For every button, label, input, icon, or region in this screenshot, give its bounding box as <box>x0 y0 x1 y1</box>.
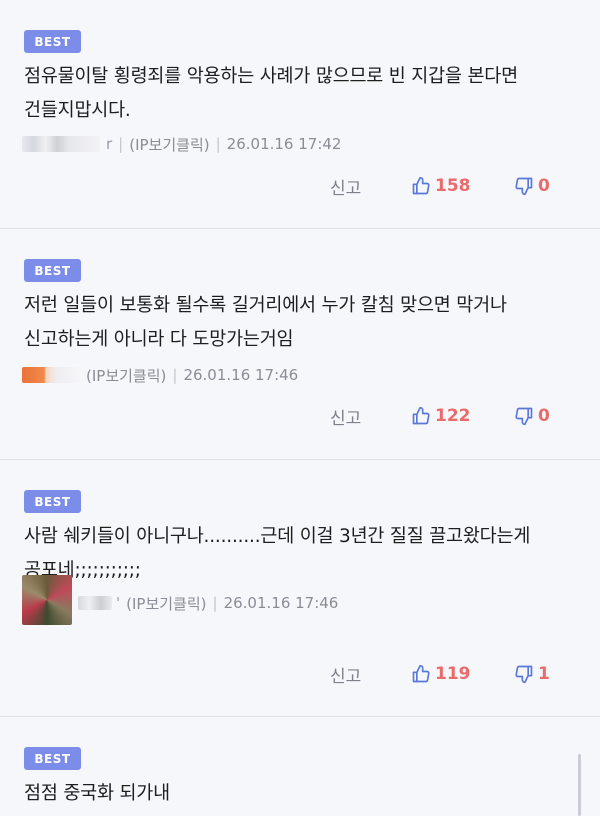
comment-item: BEST 점유물이탈 횡령죄를 악용하는 사례가 많으므로 빈 지갑을 본다면 … <box>0 0 600 229</box>
comment-actions: 신고 158 0 <box>0 166 600 206</box>
thumbs-up-icon <box>412 406 430 425</box>
best-badge: BEST <box>24 259 81 282</box>
nickname[interactable]: r <box>106 135 112 153</box>
comment-meta: r | (IP보기클릭) | 26.01.16 17:42 <box>22 130 341 158</box>
thumbs-down-icon <box>515 407 533 426</box>
comment-actions: 신고 122 0 <box>0 396 600 436</box>
thumbs-down-icon <box>515 665 533 684</box>
dislike-button[interactable]: 0 <box>514 166 550 206</box>
avatar[interactable] <box>22 575 72 625</box>
comment-item: BEST 저런 일들이 보통화 될수록 길거리에서 누가 칼침 맞으면 막거나 … <box>0 229 600 460</box>
comment-item: BEST 사람 쉐키들이 아니구나..........근데 이걸 3년간 질질 … <box>0 460 600 717</box>
nickname[interactable]: ' <box>116 594 120 612</box>
like-button[interactable]: 158 <box>411 166 471 206</box>
comment-text: 저런 일들이 보통화 될수록 길거리에서 누가 칼침 맞으면 막거나 신고하는게… <box>24 295 507 350</box>
meta-divider: | <box>212 594 218 612</box>
comment-text: 점점 중국화 되가내 <box>24 783 170 804</box>
like-count: 122 <box>435 406 471 426</box>
comment-text: 점유물이탈 횡령죄를 악용하는 사례가 많으므로 빈 지갑을 본다면 건들지맙시… <box>24 66 518 121</box>
comment-meta: ' (IP보기클릭) | 26.01.16 17:46 <box>22 575 339 625</box>
scrollbar[interactable] <box>578 754 581 816</box>
report-button[interactable]: 신고 <box>330 396 361 436</box>
ip-link[interactable]: (IP보기클릭) <box>86 365 166 386</box>
best-badge: BEST <box>24 490 81 513</box>
dislike-count: 0 <box>538 176 550 196</box>
comment-date: 26.01.16 17:46 <box>183 366 299 384</box>
comment-date: 26.01.16 17:42 <box>226 135 342 153</box>
like-count: 158 <box>435 176 471 196</box>
comment-date: 26.01.16 17:46 <box>223 594 339 612</box>
avatar[interactable] <box>22 367 80 383</box>
thumbs-down-icon <box>515 177 533 196</box>
comment-meta: (IP보기클릭) | 26.01.16 17:46 <box>22 361 298 389</box>
comment-actions: 신고 119 1 <box>0 654 600 694</box>
report-button[interactable]: 신고 <box>330 166 361 206</box>
meta-divider: | <box>172 366 178 384</box>
ip-link[interactable]: (IP보기클릭) <box>129 134 209 155</box>
comment-text: 사람 쉐키들이 아니구나..........근데 이걸 3년간 질질 끌고왔다는… <box>24 526 531 581</box>
report-button[interactable]: 신고 <box>330 654 361 694</box>
thumbs-up-icon <box>412 664 430 683</box>
thumbs-up-icon <box>412 176 430 195</box>
best-comment-list: BEST 점유물이탈 횡령죄를 악용하는 사례가 많으므로 빈 지갑을 본다면 … <box>0 0 600 816</box>
dislike-count: 0 <box>538 406 550 426</box>
meta-divider: | <box>215 135 221 153</box>
dislike-count: 1 <box>538 664 550 684</box>
comment-item: BEST 점점 중국화 되가내 <box>0 717 600 816</box>
avatar[interactable] <box>22 136 100 152</box>
best-badge: BEST <box>24 30 81 53</box>
dislike-button[interactable]: 0 <box>514 396 550 436</box>
like-count: 119 <box>435 664 471 684</box>
like-button[interactable]: 122 <box>411 396 471 436</box>
ip-link[interactable]: (IP보기클릭) <box>126 593 206 614</box>
like-button[interactable]: 119 <box>411 654 471 694</box>
best-badge: BEST <box>24 747 81 770</box>
meta-divider: | <box>118 135 124 153</box>
nickname-image <box>78 596 112 610</box>
dislike-button[interactable]: 1 <box>514 654 550 694</box>
